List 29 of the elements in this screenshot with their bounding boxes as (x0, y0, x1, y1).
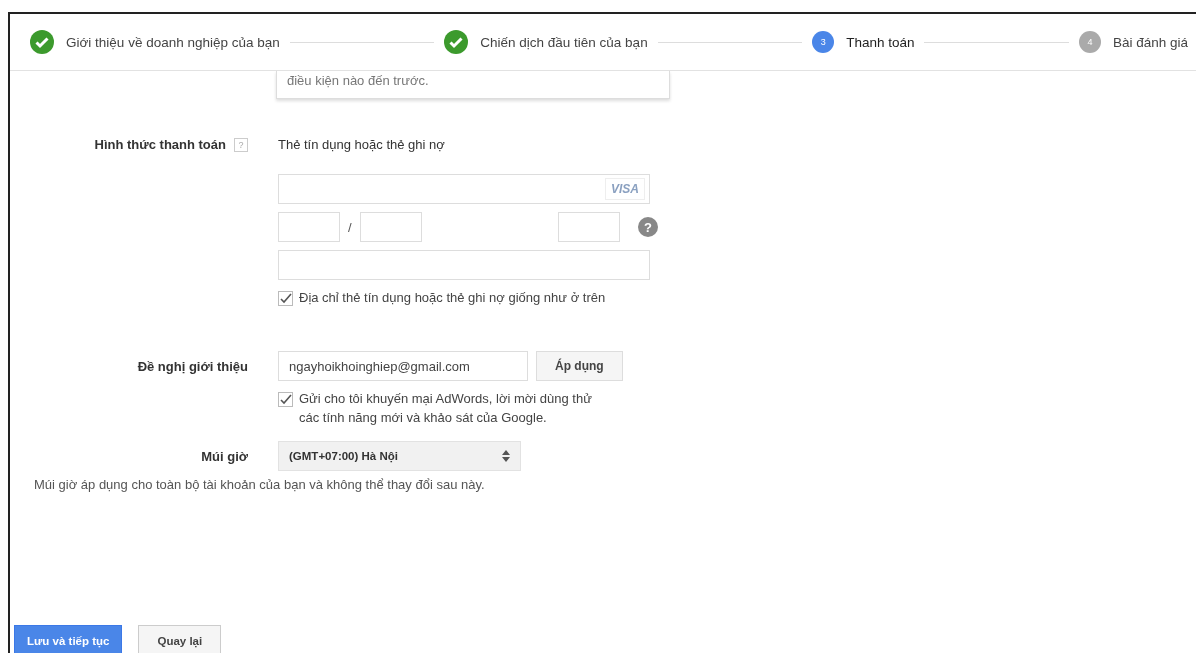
step-number: 3 (812, 31, 835, 53)
separator-text: / (348, 219, 352, 235)
timezone-note: Múi giờ áp dụng cho toàn bộ tài khoản của bạn và không thể thay đổi sau này. (34, 477, 486, 492)
updown-icon (502, 450, 510, 462)
back-button[interactable]: Quay lại (138, 625, 222, 653)
referral-field[interactable]: ngayhoikhoinghiep@gmail.com (278, 351, 528, 381)
field-label: Đề nghị giới thiệu (137, 359, 248, 374)
cardholder-name-field[interactable] (278, 250, 650, 280)
save-continue-button[interactable]: Lưu và tiếp tục (14, 625, 123, 653)
expiry-month-field[interactable] (278, 212, 340, 242)
checkbox-label: Địa chỉ thẻ tín dụng hoặc thẻ ghi nợ giống như ở trên (299, 289, 606, 307)
timezone-select[interactable]: (GMT+07:00) Hà Nội (278, 441, 521, 471)
field-label: Hình thức thanh toán (94, 137, 226, 152)
field-label: Múi giờ (201, 449, 248, 464)
step-label[interactable]: Thanh toán (846, 34, 915, 50)
cvc-field[interactable] (558, 212, 620, 242)
apply-button[interactable]: Áp dụng (536, 351, 623, 381)
step-number: 4 (1078, 31, 1101, 53)
expiry-year-field[interactable] (359, 212, 422, 242)
info-card-text: điều kiện nào đến trước. (276, 71, 670, 99)
step-label[interactable]: Bài đánh giá (1112, 34, 1188, 50)
help-icon[interactable]: ? (638, 217, 658, 237)
payment-method-text: Thẻ tín dụng hoặc thẻ ghi nợ (278, 137, 446, 152)
card-brand-logo: VISA (605, 178, 645, 200)
checkbox-label: Gửi cho tôi khuyến mại AdWords, lời mời dùng thử các tính năng mới và khảo sát của Google. (299, 390, 593, 427)
checkbox[interactable] (278, 392, 293, 407)
step-label[interactable]: Giới thiệu về doanh nghiệp của bạn (66, 34, 280, 50)
step-label[interactable]: Chiến dịch đầu tiên của bạn (480, 34, 648, 50)
checkbox[interactable] (278, 291, 293, 306)
